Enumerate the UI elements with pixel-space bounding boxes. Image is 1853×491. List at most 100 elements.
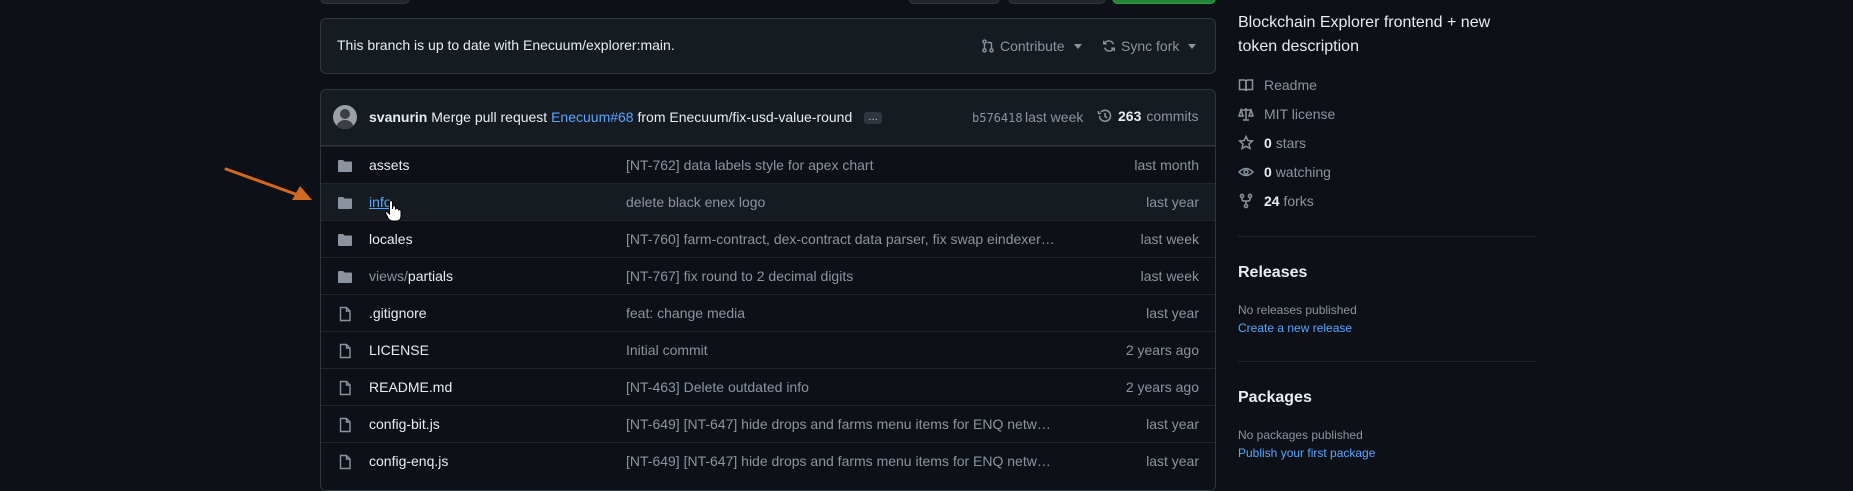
releases-heading[interactable]: Releases (1238, 264, 1307, 282)
file-commit-date: last year (1146, 194, 1199, 210)
file-name[interactable]: LICENSE (369, 342, 429, 358)
file-commit-message[interactable]: [NT-767] fix round to 2 decimal digits (626, 268, 1056, 284)
create-release-link[interactable]: Create a new release (1238, 321, 1352, 335)
forks-link[interactable]: 24 forks (1238, 193, 1314, 209)
file-row[interactable]: .gitignore feat: change media last year (321, 294, 1215, 332)
file-name[interactable]: README.md (369, 379, 452, 395)
branch-status-text: This branch is up to date with Enecuum/e… (337, 37, 675, 53)
commits-link[interactable]: 263 commits (1097, 108, 1198, 124)
file-commit-date: 2 years ago (1125, 379, 1199, 395)
top-button-3[interactable] (1008, 0, 1106, 4)
folder-icon (337, 158, 353, 177)
file-commit-date: last year (1146, 453, 1199, 469)
file-name-link[interactable]: config-bit.js (369, 416, 440, 432)
file-commit-date: last year (1146, 416, 1199, 432)
file-name[interactable]: assets (369, 157, 409, 173)
file-row[interactable]: config-enq.js [NT-649] [NT-647] hide drop… (321, 442, 1215, 480)
watching-link[interactable]: 0 watching (1238, 164, 1331, 180)
arrow-annotation (224, 167, 312, 200)
pull-request-link[interactable]: Enecuum#68 (551, 109, 634, 125)
book-icon (1238, 79, 1254, 92)
repo-forked-icon (1239, 193, 1253, 209)
file-name-link[interactable]: README.md (369, 379, 452, 395)
file-commit-date: last week (1140, 268, 1199, 284)
folder-icon (337, 232, 353, 251)
file-commit-message[interactable]: Initial commit (626, 342, 1056, 358)
sync-fork-label: Sync fork (1121, 38, 1180, 54)
publish-package-link[interactable]: Publish your first package (1238, 446, 1375, 460)
file-name[interactable]: .gitignore (369, 305, 427, 321)
file-commit-message[interactable]: delete black enex logo (626, 194, 1056, 210)
file-icon (337, 454, 353, 473)
file-row[interactable]: LICENSE Initial commit 2 years ago (321, 331, 1215, 369)
file-path-prefix[interactable]: views/ (369, 268, 408, 284)
stars-count: 0 (1264, 135, 1272, 151)
file-commit-date: last month (1134, 157, 1199, 173)
file-row[interactable]: config-bit.js [NT-649] [NT-647] hide drop… (321, 405, 1215, 443)
file-row[interactable]: views/partials [NT-767] fix round to 2 de… (321, 257, 1215, 295)
readme-link[interactable]: Readme (1238, 77, 1317, 93)
top-button-code[interactable] (1112, 0, 1216, 4)
file-commit-message[interactable]: [NT-760] farm-contract, dex-contract dat… (626, 231, 1056, 247)
history-icon (1097, 109, 1112, 123)
sidebar-divider (1238, 236, 1536, 237)
file-row[interactable]: README.md [NT-463] Delete outdated info 2 … (321, 368, 1215, 406)
file-row[interactable]: assets [NT-762] data labels style for ape… (321, 146, 1215, 184)
file-row[interactable]: info delete black enex logo last year (321, 183, 1215, 221)
commits-label: commits (1146, 108, 1199, 124)
license-link[interactable]: MIT license (1238, 106, 1335, 122)
file-commit-message[interactable]: [NT-762] data labels style for apex char… (626, 157, 1056, 173)
file-commit-date: 2 years ago (1125, 342, 1199, 358)
file-icon (337, 417, 353, 436)
hand-cursor-icon (384, 200, 402, 222)
file-commit-date: last year (1146, 305, 1199, 321)
expand-commit-button[interactable]: … (864, 112, 883, 125)
top-button-1[interactable] (320, 0, 410, 4)
file-name-link[interactable]: views/partials (369, 268, 453, 284)
forks-count: 24 (1264, 193, 1280, 209)
folder-icon (337, 269, 353, 288)
file-row[interactable]: locales [NT-760] farm-contract, dex-contr… (321, 220, 1215, 258)
top-button-2[interactable] (908, 0, 1000, 4)
file-name-link[interactable]: config-enq.js (369, 453, 448, 469)
file-name[interactable]: config-bit.js (369, 416, 440, 432)
file-name-link[interactable]: assets (369, 157, 409, 173)
file-icon (337, 343, 353, 362)
contribute-button[interactable]: Contribute (981, 38, 1082, 54)
file-name-link[interactable]: LICENSE (369, 342, 429, 358)
git-pull-request-icon (982, 39, 994, 53)
no-packages-text: No packages published (1238, 428, 1363, 442)
star-icon (1238, 135, 1254, 150)
sidebar-divider (1238, 361, 1536, 362)
file-commit-message[interactable]: [NT-649] [NT-647] hide drops and farms m… (626, 416, 1056, 432)
folder-icon (337, 195, 353, 214)
law-icon (1238, 107, 1254, 121)
commit-message-suffix[interactable]: from Enecuum/fix-usd-value-round (638, 109, 853, 125)
commit-sha[interactable]: b576418 (972, 111, 1023, 125)
watching-count: 0 (1264, 164, 1272, 180)
sync-fork-button[interactable]: Sync fork (1102, 38, 1197, 54)
file-name[interactable]: locales (369, 231, 413, 247)
file-icon (337, 380, 353, 399)
file-name[interactable]: config-enq.js (369, 453, 448, 469)
commit-author[interactable]: svanurin (369, 109, 427, 125)
latest-commit-message: svanurin Merge pull request Enecuum#68 f… (369, 109, 883, 125)
stars-link[interactable]: 0 stars (1238, 135, 1306, 151)
packages-heading[interactable]: Packages (1238, 389, 1312, 407)
commit-count: 263 (1118, 108, 1142, 124)
chevron-down-icon (1188, 43, 1197, 49)
file-commit-message[interactable]: feat: change media (626, 305, 1056, 321)
latest-commit-bar: svanurin Merge pull request Enecuum#68 f… (321, 90, 1215, 146)
commit-time: last week (1025, 109, 1084, 125)
file-commit-date: last week (1140, 231, 1199, 247)
file-name[interactable]: partials (408, 268, 453, 284)
file-commit-message[interactable]: [NT-463] Delete outdated info (626, 379, 1056, 395)
file-commit-message[interactable]: [NT-649] [NT-647] hide drops and farms m… (626, 453, 1056, 469)
commit-message-prefix[interactable]: Merge pull request (431, 109, 547, 125)
avatar[interactable] (333, 105, 357, 129)
file-name-link[interactable]: .gitignore (369, 305, 427, 321)
forks-label: forks (1283, 193, 1314, 209)
sync-icon (1103, 40, 1115, 52)
chevron-down-icon (1073, 43, 1082, 49)
file-name-link[interactable]: locales (369, 231, 413, 247)
